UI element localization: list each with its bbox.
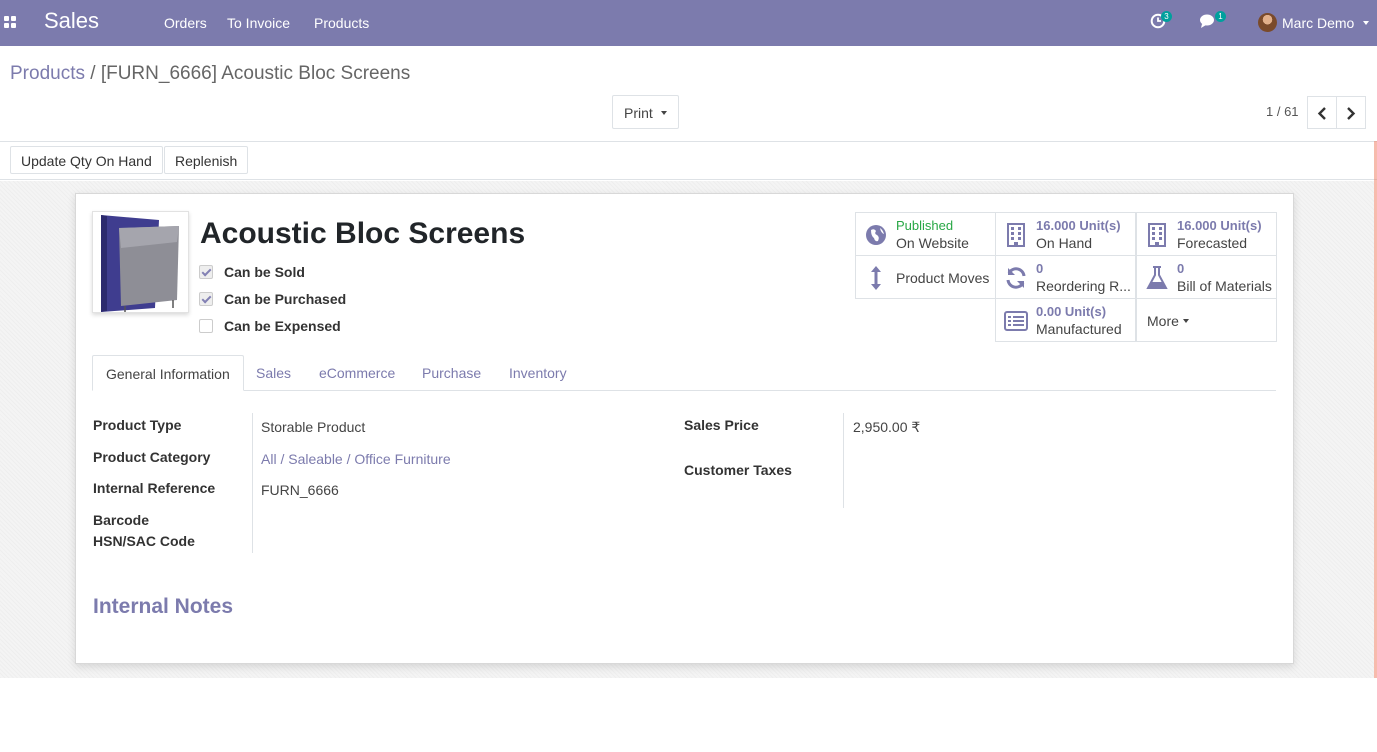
globe-icon bbox=[866, 225, 886, 245]
forecasted-label: Forecasted bbox=[1177, 235, 1248, 251]
product-name[interactable]: Acoustic Bloc Screens bbox=[200, 217, 525, 251]
published-label: On Website bbox=[896, 235, 969, 251]
bom-value: 0 bbox=[1177, 261, 1185, 276]
messages-badge: 1 bbox=[1215, 11, 1226, 22]
manufactured-label: Manufactured bbox=[1036, 321, 1122, 337]
sales-price-field[interactable]: 2,950.00 ₹ bbox=[853, 419, 920, 436]
menu-products[interactable]: Products bbox=[314, 15, 369, 31]
field-separator bbox=[252, 413, 253, 553]
reordering-label: Reordering R... bbox=[1036, 278, 1131, 294]
hsn-sac-code-label: HSN/SAC Code bbox=[93, 533, 195, 549]
pager-value[interactable]: 1 / 61 bbox=[1266, 104, 1299, 119]
activity-clock-icon[interactable]: 3 bbox=[1150, 11, 1172, 32]
sales-price-label: Sales Price bbox=[684, 417, 759, 433]
tab-sales[interactable]: Sales bbox=[256, 355, 291, 391]
print-button[interactable]: Print bbox=[612, 95, 679, 129]
internal-notes-title: Internal Notes bbox=[93, 595, 234, 618]
product-image[interactable] bbox=[92, 211, 189, 313]
internal-reference-field[interactable]: FURN_6666 bbox=[261, 482, 339, 498]
can-be-purchased-checkbox[interactable] bbox=[199, 292, 213, 306]
app-name[interactable]: Sales bbox=[44, 8, 99, 34]
reordering-value: 0 bbox=[1036, 261, 1044, 276]
can-be-sold-label: Can be Sold bbox=[224, 264, 305, 280]
manufactured-value: 0.00 Unit(s) bbox=[1036, 304, 1107, 319]
chevron-down-icon bbox=[1363, 21, 1369, 25]
tab-ecommerce[interactable]: eCommerce bbox=[319, 355, 395, 391]
caret-down-icon bbox=[661, 111, 667, 115]
bill-of-materials-button[interactable]: 0 Bill of Materials bbox=[1136, 255, 1277, 299]
can-be-sold-checkbox[interactable] bbox=[199, 265, 213, 279]
forecasted-value: 16.000 Unit(s) bbox=[1177, 218, 1262, 233]
can-be-expensed-label: Can be Expensed bbox=[224, 318, 341, 334]
on-hand-button[interactable]: 16.000 Unit(s) On Hand bbox=[995, 212, 1136, 256]
product-moves-button[interactable]: Product Moves bbox=[855, 255, 996, 299]
tab-general-information[interactable]: General Information bbox=[92, 355, 244, 391]
product-moves-label: Product Moves bbox=[896, 270, 990, 286]
barcode-label: Barcode bbox=[93, 512, 150, 528]
can-be-expensed-checkbox[interactable] bbox=[199, 319, 213, 333]
update-qty-button[interactable]: Update Qty On Hand bbox=[10, 146, 163, 174]
pager-previous-button[interactable] bbox=[1307, 96, 1337, 129]
reordering-rules-button[interactable]: 0 Reordering R... bbox=[995, 255, 1136, 299]
building-icon bbox=[1148, 223, 1166, 247]
tab-inventory[interactable]: Inventory bbox=[509, 355, 567, 391]
customer-taxes-label: Customer Taxes bbox=[684, 462, 792, 478]
on-hand-label: On Hand bbox=[1036, 235, 1093, 251]
field-separator bbox=[843, 413, 844, 508]
building-icon bbox=[1007, 223, 1025, 247]
can-be-purchased-label: Can be Purchased bbox=[224, 291, 347, 307]
breadcrumb-separator: / bbox=[90, 63, 96, 84]
breadcrumb-current: [FURN_6666] Acoustic Bloc Screens bbox=[100, 63, 411, 84]
internal-reference-label: Internal Reference bbox=[93, 480, 216, 496]
on-hand-value: 16.000 Unit(s) bbox=[1036, 218, 1121, 233]
caret-down-icon bbox=[1183, 319, 1189, 323]
menu-orders[interactable]: Orders bbox=[164, 15, 207, 31]
product-type-label: Product Type bbox=[93, 417, 182, 433]
user-name: Marc Demo bbox=[1282, 15, 1355, 31]
product-category-label: Product Category bbox=[93, 449, 211, 465]
tab-purchase[interactable]: Purchase bbox=[422, 355, 481, 391]
breadcrumb-products-link[interactable]: Products bbox=[10, 63, 85, 84]
more-button[interactable]: More bbox=[1136, 298, 1277, 342]
product-type-field[interactable]: Storable Product bbox=[261, 419, 365, 435]
apps-menu-icon[interactable] bbox=[4, 16, 18, 30]
forecasted-button[interactable]: 16.000 Unit(s) Forecasted bbox=[1136, 212, 1277, 256]
activity-badge: 3 bbox=[1161, 11, 1172, 22]
website-published-button[interactable]: Published On Website bbox=[855, 212, 996, 256]
pager-next-button[interactable] bbox=[1336, 96, 1366, 129]
list-alt-icon bbox=[1004, 311, 1028, 331]
bom-label: Bill of Materials bbox=[1177, 278, 1272, 294]
menu-to-invoice[interactable]: To Invoice bbox=[227, 15, 290, 31]
flask-icon bbox=[1146, 266, 1168, 289]
top-navbar: Sales Orders To Invoice Products 3 1 Mar… bbox=[0, 0, 1377, 46]
messages-comments-icon[interactable]: 1 bbox=[1200, 11, 1226, 32]
arrows-v-icon bbox=[871, 266, 881, 290]
manufactured-button[interactable]: 0.00 Unit(s) Manufactured bbox=[995, 298, 1136, 342]
more-label: More bbox=[1147, 313, 1179, 329]
replenish-button[interactable]: Replenish bbox=[164, 146, 249, 174]
breadcrumb: Products / [FURN_6666] Acoustic Bloc Scr… bbox=[10, 63, 410, 85]
product-category-field[interactable]: All / Saleable / Office Furniture bbox=[261, 451, 451, 467]
published-value: Published bbox=[896, 218, 954, 233]
chevron-left-icon bbox=[1317, 107, 1326, 120]
chevron-right-icon bbox=[1347, 107, 1356, 120]
avatar bbox=[1258, 13, 1277, 32]
print-label: Print bbox=[624, 105, 653, 121]
refresh-icon bbox=[1006, 267, 1026, 289]
